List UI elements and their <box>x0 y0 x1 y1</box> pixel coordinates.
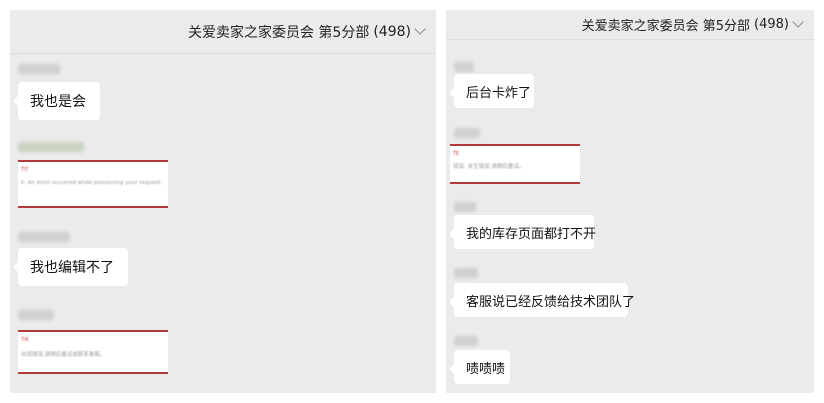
sender-name <box>454 202 476 212</box>
screenshot-text: k: An error occurred while processing yo… <box>21 180 163 186</box>
chat-header[interactable]: 关爱卖家之家委员会 第5分部 (498) <box>10 10 436 54</box>
message-text: 我也编辑不了 <box>30 260 114 276</box>
message-text: 后台卡炸了 <box>466 85 532 101</box>
sender-name <box>454 62 474 72</box>
screenshot-text: 出现错误,请稍后重试或联系客服。 <box>21 352 106 358</box>
message-text: 啧啧啧 <box>466 361 506 377</box>
sender-name <box>18 310 54 320</box>
screenshot-title: TIT <box>21 167 29 173</box>
chat-window-left: 关爱卖家之家委员会 第5分部 (498) 我也是会 TIT k: An erro… <box>10 10 436 393</box>
sender-name <box>18 232 70 242</box>
chevron-down-icon[interactable] <box>792 16 804 28</box>
chevron-down-icon[interactable] <box>414 23 426 35</box>
message-bubble[interactable]: 客服说已经反馈给技术团队了 <box>449 283 635 317</box>
message-text: 我也是会 <box>30 94 86 110</box>
message-text: 我的库存页面都打不开 <box>466 226 597 242</box>
screenshot-message[interactable]: TIT k: An error occurred while processin… <box>18 160 168 208</box>
member-count: (498) <box>754 17 789 32</box>
sender-name <box>454 128 480 138</box>
sender-name <box>454 268 478 278</box>
message-bubble[interactable]: 后台卡炸了 <box>449 74 534 108</box>
screenshot-title: TiR <box>21 337 29 343</box>
chat-header[interactable]: 关爱卖家之家委员会 第5分部 (498) <box>446 10 814 40</box>
screenshot-message[interactable]: TE 错误: 发生错误,请稍后重试。 <box>450 144 580 184</box>
message-text: 客服说已经反馈给技术团队了 <box>466 294 636 310</box>
message-bubble[interactable]: 啧啧啧 <box>449 350 510 384</box>
member-count: (498) <box>373 23 411 40</box>
sender-name <box>18 64 60 74</box>
chat-window-right: 关爱卖家之家委员会 第5分部 (498) 后台卡炸了 TE 错误: 发生错误,请… <box>446 10 814 393</box>
sender-name <box>454 336 478 346</box>
screenshot-title: TE <box>453 151 460 157</box>
sender-name <box>18 142 84 152</box>
group-title: 关爱卖家之家委员会 第5分部 <box>581 19 751 34</box>
group-title: 关爱卖家之家委员会 第5分部 <box>187 24 370 41</box>
screenshot-text: 错误: 发生错误,请稍后重试。 <box>453 164 525 170</box>
screenshot-message[interactable]: TiR 出现错误,请稍后重试或联系客服。 <box>18 330 168 374</box>
message-bubble[interactable]: 我的库存页面都打不开 <box>449 215 597 249</box>
message-bubble[interactable]: 我也是会 <box>13 82 100 120</box>
message-bubble[interactable]: 我也编辑不了 <box>13 248 128 286</box>
